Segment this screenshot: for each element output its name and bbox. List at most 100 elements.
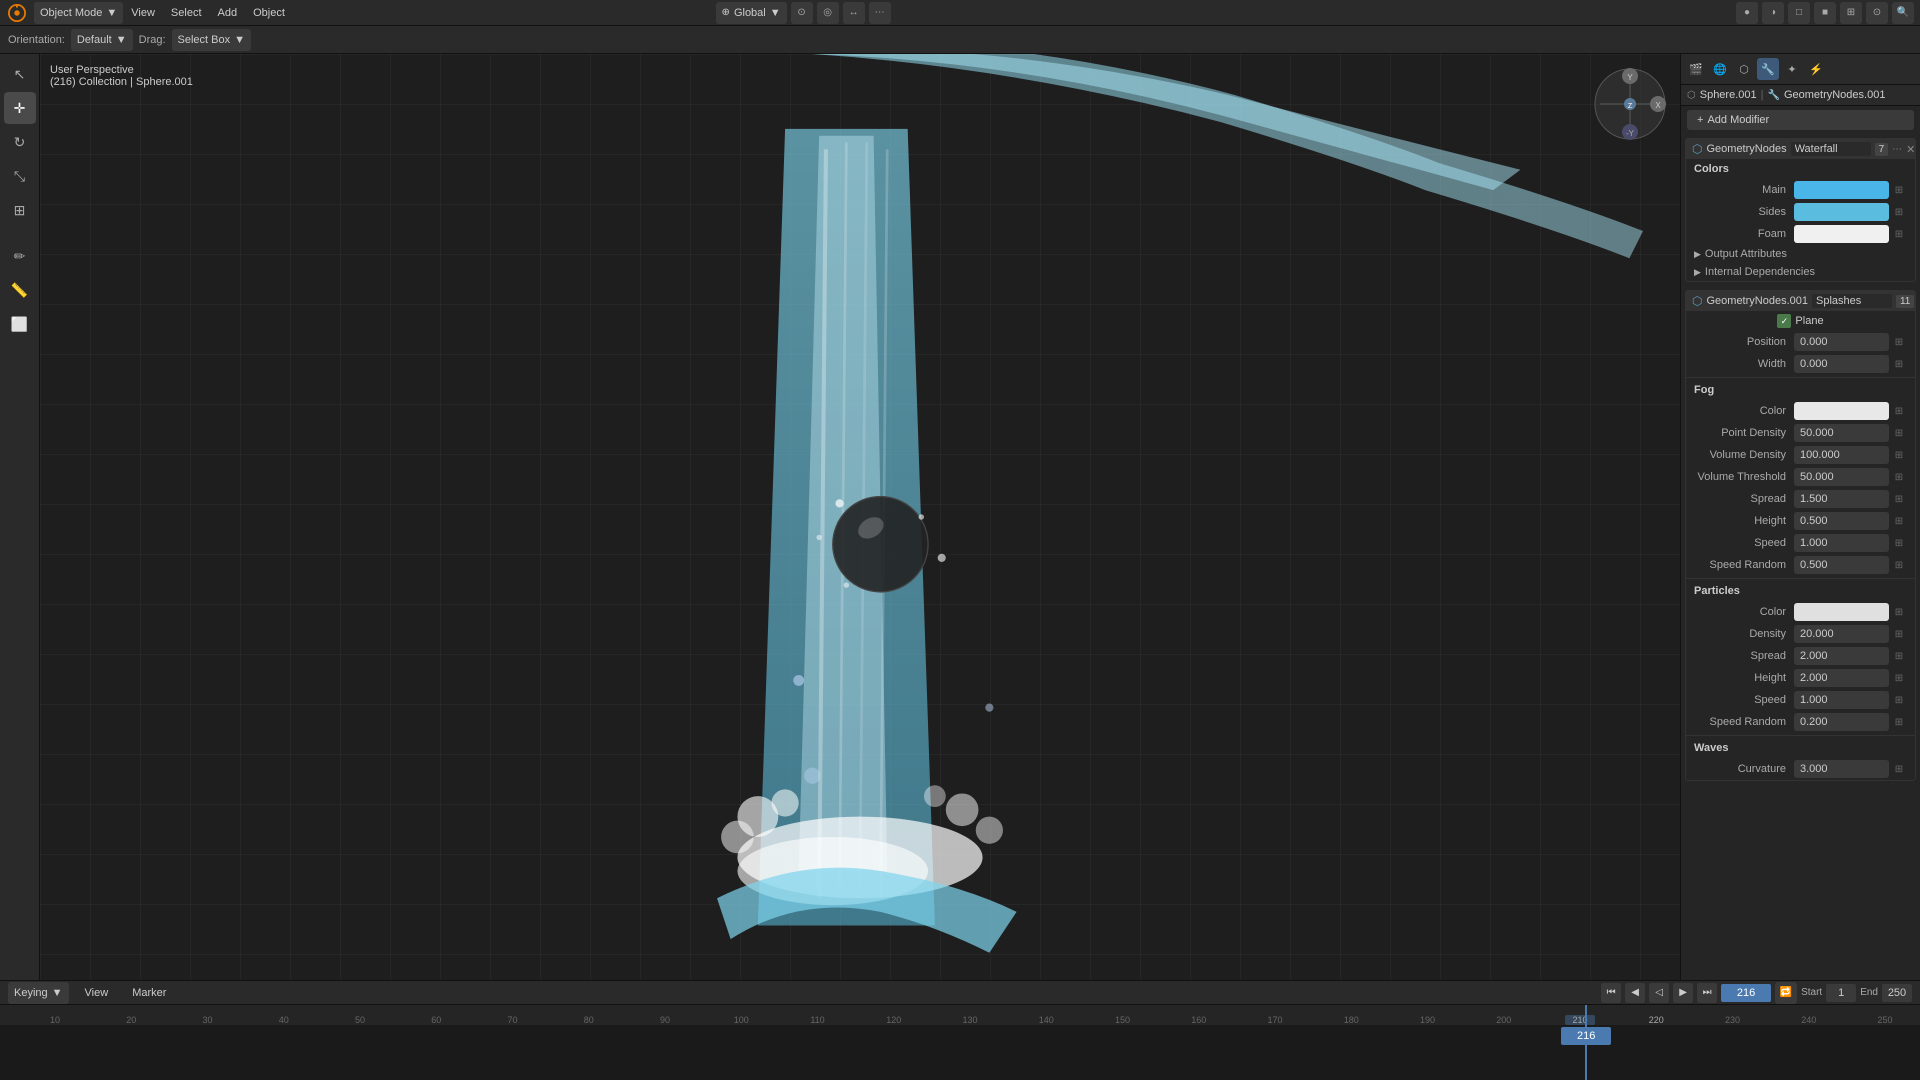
search-icon[interactable]: 🔍 xyxy=(1892,2,1914,24)
jump-end-btn[interactable]: ⏭ xyxy=(1697,983,1717,1003)
menu-select[interactable]: Select xyxy=(163,5,210,21)
speed-link[interactable]: ⊞ xyxy=(1891,535,1907,551)
particles-color-link[interactable]: ⊞ xyxy=(1891,604,1907,620)
plane-checkbox[interactable] xyxy=(1777,314,1791,328)
height-link[interactable]: ⊞ xyxy=(1891,513,1907,529)
menu-view[interactable]: View xyxy=(123,5,163,21)
spread-link[interactable]: ⊞ xyxy=(1891,491,1907,507)
panel-scene-icon[interactable]: 🎬 xyxy=(1685,58,1707,80)
fog-color-picker[interactable] xyxy=(1794,402,1889,420)
panel-particle-icon[interactable]: ✦ xyxy=(1781,58,1803,80)
particles-speed-random-link[interactable]: ⊞ xyxy=(1891,714,1907,730)
modifier-1-dots[interactable]: ⋯ xyxy=(1892,144,1902,155)
internal-dependencies-header[interactable]: ▶ Internal Dependencies xyxy=(1686,263,1915,281)
overlay-icon[interactable]: ⊙ xyxy=(1866,2,1888,24)
speed-random-value[interactable]: 0.500 xyxy=(1794,556,1889,574)
panel-world-icon[interactable]: 🌐 xyxy=(1709,58,1731,80)
proportional-icon[interactable]: ◎ xyxy=(817,2,839,24)
sidebar-transform-icon[interactable]: ⊞ xyxy=(4,194,36,226)
loop-icon[interactable]: 🔁 xyxy=(1775,982,1797,1004)
object-mode-dropdown[interactable]: Object Mode ▼ xyxy=(34,2,123,24)
timeline-track[interactable]: 216 xyxy=(0,1025,1920,1080)
main-color-link[interactable]: ⊞ xyxy=(1891,182,1907,198)
jump-start-btn[interactable]: ⏮ xyxy=(1601,983,1621,1003)
position-link[interactable]: ⊞ xyxy=(1891,334,1907,350)
speed-random-link[interactable]: ⊞ xyxy=(1891,557,1907,573)
curvature-link[interactable]: ⊞ xyxy=(1891,761,1907,777)
transform-icon[interactable]: ↔ xyxy=(843,2,865,24)
panel-physics-icon[interactable]: ⚡ xyxy=(1805,58,1827,80)
viewport[interactable]: User Perspective (216) Collection | Sphe… xyxy=(40,54,1680,980)
play-btn[interactable]: ▶ xyxy=(1673,983,1693,1003)
width-link[interactable]: ⊞ xyxy=(1891,356,1907,372)
volume-density-link[interactable]: ⊞ xyxy=(1891,447,1907,463)
modifier-1-input[interactable] xyxy=(1791,142,1871,156)
point-density-value[interactable]: 50.000 xyxy=(1794,424,1889,442)
sides-color-link[interactable]: ⊞ xyxy=(1891,204,1907,220)
speed-value[interactable]: 1.000 xyxy=(1794,534,1889,552)
menu-object[interactable]: Object xyxy=(245,5,293,21)
particles-color-picker[interactable] xyxy=(1794,603,1889,621)
modifier-2-header[interactable]: ⬡ GeometryNodes.001 11 ⋯ ✕ xyxy=(1686,291,1915,311)
height-value[interactable]: 0.500 xyxy=(1794,512,1889,530)
panel-modifier-icon[interactable]: 🔧 xyxy=(1757,58,1779,80)
foam-color-link[interactable]: ⊞ xyxy=(1891,226,1907,242)
orientation-default-dropdown[interactable]: Default ▼ xyxy=(71,29,133,51)
viewport-shading-1[interactable]: ● xyxy=(1736,2,1758,24)
add-modifier-button[interactable]: + Add Modifier xyxy=(1687,110,1914,130)
modifier-1-close[interactable]: ✕ xyxy=(1906,143,1915,156)
particles-spread-link[interactable]: ⊞ xyxy=(1891,648,1907,664)
sides-color-picker[interactable] xyxy=(1794,203,1889,221)
modifier-1-number[interactable]: 7 xyxy=(1875,143,1889,156)
sidebar-move-icon[interactable]: ✛ xyxy=(4,92,36,124)
sidebar-rotate-icon[interactable]: ↻ xyxy=(4,126,36,158)
particles-height-link[interactable]: ⊞ xyxy=(1891,670,1907,686)
drag-mode-dropdown[interactable]: Select Box ▼ xyxy=(172,29,251,51)
fog-color-link[interactable]: ⊞ xyxy=(1891,403,1907,419)
particles-speed-link[interactable]: ⊞ xyxy=(1891,692,1907,708)
particles-speed-value[interactable]: 1.000 xyxy=(1794,691,1889,709)
start-frame-input[interactable]: 1 xyxy=(1826,984,1856,1002)
position-value[interactable]: 0.000 xyxy=(1794,333,1889,351)
viewport-shading-4[interactable]: ■ xyxy=(1814,2,1836,24)
panel-object-icon[interactable]: ⬡ xyxy=(1733,58,1755,80)
modifier-2-input[interactable] xyxy=(1812,294,1892,308)
spread-value[interactable]: 1.500 xyxy=(1794,490,1889,508)
particles-height-value[interactable]: 2.000 xyxy=(1794,669,1889,687)
sidebar-select-icon[interactable]: ↖ xyxy=(4,58,36,90)
sidebar-measure-icon[interactable]: 📏 xyxy=(4,274,36,306)
viewport-shading-3[interactable]: □ xyxy=(1788,2,1810,24)
density-value[interactable]: 20.000 xyxy=(1794,625,1889,643)
point-density-link[interactable]: ⊞ xyxy=(1891,425,1907,441)
orientation-dropdown[interactable]: ⊕ Global ▼ xyxy=(716,2,787,24)
width-value[interactable]: 0.000 xyxy=(1794,355,1889,373)
end-frame-input[interactable]: 250 xyxy=(1882,984,1912,1002)
sidebar-add-cube-icon[interactable]: ⬜ xyxy=(4,308,36,340)
timeline-marker-menu[interactable]: Marker xyxy=(124,985,174,1001)
frame-marker-badge[interactable]: 216 xyxy=(1561,1027,1611,1045)
volume-threshold-link[interactable]: ⊞ xyxy=(1891,469,1907,485)
keying-dropdown[interactable]: Keying ▼ xyxy=(8,982,69,1004)
extra-icon[interactable]: ⋯ xyxy=(869,2,891,24)
main-color-picker[interactable] xyxy=(1794,181,1889,199)
editor-type-icon[interactable]: ⊞ xyxy=(1840,2,1862,24)
snap-icon[interactable]: ⊙ xyxy=(791,2,813,24)
current-frame-display[interactable]: 216 xyxy=(1721,984,1771,1002)
prev-frame-btn[interactable]: ◀ xyxy=(1625,983,1645,1003)
modifier-1-header[interactable]: ⬡ GeometryNodes 7 ⋯ ✕ xyxy=(1686,139,1915,159)
volume-density-value[interactable]: 100.000 xyxy=(1794,446,1889,464)
sidebar-annotate-icon[interactable]: ✏ xyxy=(4,240,36,272)
density-link[interactable]: ⊞ xyxy=(1891,626,1907,642)
play-reverse-btn[interactable]: ◁ xyxy=(1649,983,1669,1003)
navigation-gizmo[interactable]: Y X -Y Z xyxy=(1590,64,1670,144)
volume-threshold-value[interactable]: 50.000 xyxy=(1794,468,1889,486)
particles-spread-value[interactable]: 2.000 xyxy=(1794,647,1889,665)
foam-color-picker[interactable] xyxy=(1794,225,1889,243)
curvature-value[interactable]: 3.000 xyxy=(1794,760,1889,778)
timeline-view-menu[interactable]: View xyxy=(77,985,117,1001)
modifier-2-number[interactable]: 11 xyxy=(1896,295,1914,308)
sidebar-scale-icon[interactable]: ⤡ xyxy=(4,160,36,192)
output-attributes-header[interactable]: ▶ Output Attributes xyxy=(1686,245,1915,263)
menu-add[interactable]: Add xyxy=(210,5,246,21)
viewport-shading-2[interactable]: ◑ xyxy=(1762,2,1784,24)
